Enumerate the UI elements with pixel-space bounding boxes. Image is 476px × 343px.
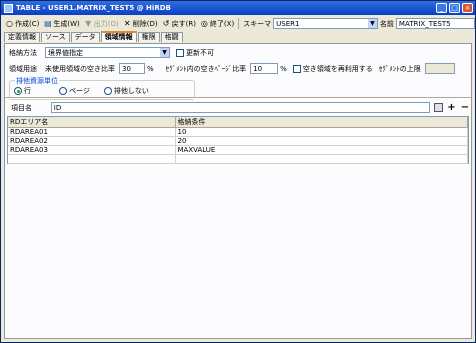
table-cell[interactable]: 10 [175, 127, 468, 137]
radio-none[interactable] [103, 86, 112, 95]
undo-icon: ↺ [162, 19, 170, 28]
radio-none-label: 排他しない [113, 86, 149, 95]
item-name-label: 項目名 [11, 103, 32, 112]
exit-button[interactable]: ◎ 終了(X) [198, 17, 236, 30]
table-icon [4, 3, 13, 13]
delete-button[interactable]: ✕ 削除(D) [121, 17, 160, 30]
toolbar: ○ 作成(C) ▤ 生成(W) ▼ 出力(O) ✕ 削除(D) ↺ 戻す(R) ◎ 終了(X… [1, 16, 475, 31]
unused-free-ratio-label: 未使用領域の空き比率 [45, 64, 115, 73]
update-disable-label: 更新不可 [186, 48, 214, 57]
segment-upper-input[interactable] [424, 63, 455, 74]
segment-free-ratio-label: ｾｸﾞﾒﾝﾄ内の空きﾍﾟｰｼﾞ比率 [165, 64, 247, 73]
radio-page[interactable] [59, 86, 67, 95]
table-cell[interactable]: RDAREA02 [8, 136, 176, 146]
tab-related[interactable]: 格闘 [160, 32, 183, 42]
schema-label: スキーマ [243, 19, 272, 28]
radio-page-label: ページ [69, 86, 90, 95]
tab-definition[interactable]: 定義情報 [4, 32, 40, 42]
add-icon[interactable]: + [447, 103, 455, 113]
segment-free-ratio-input[interactable]: 10 [250, 63, 279, 74]
main-window: TABLE - USER1.MATRIX_TEST5 @ HiRDB _ □ ×… [0, 0, 476, 343]
minimize-icon[interactable]: _ [436, 3, 447, 13]
maximize-icon[interactable]: □ [449, 3, 460, 13]
table-cell[interactable]: RDAREA03 [8, 145, 176, 155]
item-name-row: 項目名 ID + − [11, 102, 469, 113]
schema-select[interactable]: USER1 ▼ [273, 18, 378, 29]
cross-icon: ✕ [123, 19, 131, 28]
section-divider [5, 97, 471, 99]
close-icon[interactable]: × [462, 3, 473, 13]
item-name-input[interactable]: ID [50, 102, 431, 113]
create-button[interactable]: ○ 作成(C) [3, 17, 41, 30]
tab-privileges[interactable]: 権限 [137, 32, 160, 42]
exit-icon: ◎ [200, 19, 208, 28]
table-row[interactable] [8, 154, 468, 164]
percent-unit: % [147, 64, 154, 73]
storage-method-row: 格納方法 境界値指定 ▼ 更新不可 [9, 47, 214, 58]
column-header-rdarea[interactable]: RDエリア名 [8, 117, 176, 128]
storage-method-select[interactable]: 境界値指定 ▼ [45, 47, 170, 58]
area-usage-row: 領域用途 未使用領域の空き比率 30 % ｾｸﾞﾒﾝﾄ内の空きﾍﾟｰｼﾞ比率 1… [9, 63, 455, 74]
column-list-icon[interactable] [434, 103, 444, 112]
area-info-panel: 格納方法 境界値指定 ▼ 更新不可 領域用途 未使用領域の空き比率 30 % ｾ… [4, 43, 472, 339]
table-cell[interactable] [175, 154, 468, 164]
tab-source[interactable]: ソース [41, 32, 70, 42]
table-cell[interactable]: 20 [175, 136, 468, 146]
chevron-down-icon[interactable]: ▼ [367, 19, 377, 28]
table-cell[interactable] [8, 154, 176, 164]
storage-method-label: 格納方法 [9, 48, 37, 57]
name-input[interactable]: MATRIX_TEST5 [395, 18, 475, 29]
table-header-row: RDエリア名 格納条件 [8, 117, 468, 128]
generate-button[interactable]: ▤ 生成(W) [41, 17, 81, 30]
reuse-free-label: 空き領域を再利用する [302, 64, 373, 73]
remove-icon[interactable]: − [461, 103, 469, 113]
column-header-condition[interactable]: 格納条件 [175, 117, 468, 128]
window-title: TABLE - USER1.MATRIX_TEST5 @ HiRDB [16, 4, 171, 12]
generate-icon: ▤ [44, 19, 52, 28]
storage-condition-table: RDエリア名 格納条件 RDAREA01 10 RDAREA02 20 RDAR… [7, 116, 469, 164]
revert-button[interactable]: ↺ 戻す(R) [160, 17, 198, 30]
toolbar-separator [238, 18, 240, 29]
chevron-down-icon[interactable]: ▼ [160, 48, 169, 57]
circle-icon: ○ [6, 19, 13, 28]
percent-unit: % [280, 64, 287, 73]
table-row[interactable]: RDAREA02 20 [8, 136, 468, 146]
table-row[interactable]: RDAREA03 MAXVALUE [8, 145, 468, 155]
segment-upper-label: ｾｸﾞﾒﾝﾄの上限 [378, 64, 421, 73]
radio-row[interactable] [14, 86, 22, 95]
update-disable-checkbox[interactable] [176, 48, 184, 57]
table-cell[interactable]: RDAREA01 [8, 127, 176, 137]
name-label: 名前 [379, 19, 394, 28]
unused-free-ratio-input[interactable]: 30 [119, 63, 145, 74]
tab-data[interactable]: データ [70, 32, 100, 42]
table-cell[interactable]: MAXVALUE [175, 145, 468, 155]
reuse-free-checkbox[interactable] [292, 64, 301, 73]
table-row[interactable]: RDAREA01 10 [8, 127, 468, 137]
tab-strip: 定義情報 ソース データ 領域情報 権限 格闘 [4, 31, 184, 43]
area-usage-label: 領域用途 [9, 64, 37, 73]
output-icon: ▼ [85, 19, 92, 28]
output-button[interactable]: ▼ 出力(O) [82, 17, 121, 30]
tab-area-info[interactable]: 領域情報 [100, 31, 137, 42]
radio-row-label: 行 [24, 86, 31, 95]
title-bar[interactable]: TABLE - USER1.MATRIX_TEST5 @ HiRDB _ □ × [1, 1, 475, 15]
lock-unit-options: 行 ページ 排他しない [14, 85, 149, 96]
